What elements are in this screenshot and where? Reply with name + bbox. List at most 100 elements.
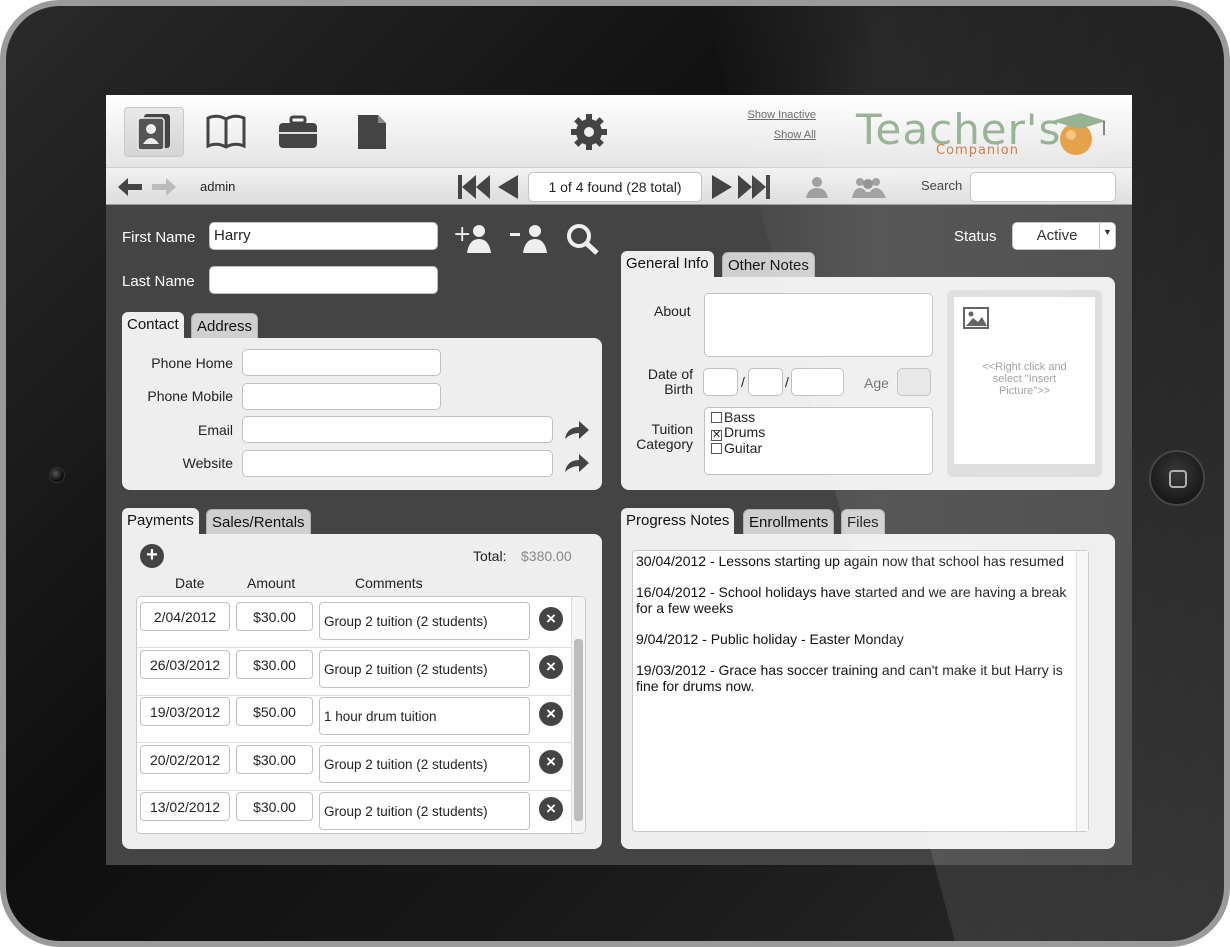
payment-amount-field[interactable]: $50.00	[236, 697, 313, 726]
checkbox-icon[interactable]: ✕	[711, 430, 722, 441]
payment-date-field[interactable]: 13/02/2012	[140, 792, 230, 821]
dob-label: Date of Birth	[647, 366, 693, 397]
scrollbar-thumb[interactable]	[574, 639, 583, 821]
payments-scrollbar[interactable]	[571, 597, 585, 833]
previous-record-icon[interactable]	[498, 175, 520, 199]
about-label: About	[654, 303, 691, 319]
dropdown-arrow-icon[interactable]: ▼	[1099, 223, 1115, 249]
tab-payments[interactable]: Payments	[122, 508, 199, 534]
tab-sales-rentals[interactable]: Sales/Rentals	[206, 509, 311, 535]
payments-panel: + Total: $380.00 Date Amount Comments 2/…	[122, 534, 602, 849]
open-website-icon[interactable]	[563, 452, 589, 474]
payment-row[interactable]: 2/04/2012 $30.00 Group 2 tuition (2 studen…	[137, 601, 573, 648]
checkbox-icon[interactable]	[711, 412, 722, 423]
dob-year-field[interactable]	[791, 368, 844, 396]
payment-date-field[interactable]: 2/04/2012	[140, 602, 230, 631]
delete-payment-icon[interactable]: ×	[539, 797, 563, 821]
book-icon[interactable]	[196, 107, 256, 157]
tab-enrollments[interactable]: Enrollments	[743, 509, 835, 535]
delete-payment-icon[interactable]: ×	[539, 607, 563, 631]
first-name-field[interactable]: Harry	[209, 222, 438, 250]
payment-row[interactable]: 20/02/2012 $30.00 Group 2 tuition (2 stude…	[137, 744, 573, 791]
payment-date-field[interactable]: 19/03/2012	[140, 697, 230, 726]
phone-home-field[interactable]	[242, 349, 441, 376]
record-count: 1 of 4 found (28 total)	[528, 172, 702, 202]
tab-other-notes[interactable]: Other Notes	[722, 252, 815, 278]
current-user: admin	[200, 179, 236, 194]
add-student-icon[interactable]: +	[453, 223, 493, 253]
payment-date-field[interactable]: 20/02/2012	[140, 744, 230, 774]
progress-notes-field[interactable]: 30/04/2012 - Lessons starting up again n…	[632, 550, 1089, 832]
payment-row[interactable]: 26/03/2012 $30.00 Group 2 tuition (2 stude…	[137, 649, 573, 696]
progress-note: 19/03/2012 - Grace has soccer training a…	[636, 662, 1063, 694]
search-student-icon[interactable]	[566, 223, 600, 255]
single-user-icon[interactable]	[802, 176, 832, 198]
contact-panel: Phone Home Phone Mobile Email Website	[122, 338, 602, 490]
next-record-icon[interactable]	[710, 175, 732, 199]
remove-student-icon[interactable]	[509, 223, 549, 253]
email-field[interactable]	[242, 416, 553, 443]
tab-address[interactable]: Address	[191, 313, 259, 339]
payment-comment-field[interactable]: 1 hour drum tuition	[319, 697, 530, 735]
filter-links: Show Inactive Show All	[726, 109, 816, 149]
tab-contact[interactable]: Contact	[122, 312, 184, 338]
gear-icon[interactable]	[559, 107, 619, 157]
payment-amount-field[interactable]: $30.00	[236, 602, 313, 631]
dob-day-field[interactable]	[703, 368, 738, 396]
home-button[interactable]	[1149, 450, 1205, 506]
document-icon[interactable]	[342, 107, 402, 157]
add-payment-button[interactable]: +	[140, 544, 164, 568]
contacts-icon[interactable]	[124, 107, 184, 157]
checkbox-icon[interactable]	[711, 443, 722, 454]
status-select[interactable]: Active ▼	[1012, 222, 1116, 250]
tab-general-info[interactable]: General Info	[621, 251, 714, 277]
dob-month-field[interactable]	[748, 368, 783, 396]
total-label: Total:	[473, 548, 507, 564]
search-input[interactable]	[970, 172, 1116, 202]
forward-arrow-icon[interactable]	[152, 178, 176, 196]
category-option-drums[interactable]: ✕ Drums	[711, 425, 926, 441]
payments-list[interactable]: 2/04/2012 $30.00 Group 2 tuition (2 studen…	[136, 596, 586, 834]
delete-payment-icon[interactable]: ×	[539, 749, 563, 774]
website-field[interactable]	[242, 450, 553, 477]
payment-comment-field[interactable]: Group 2 tuition (2 students)	[319, 792, 530, 830]
main-toolbar: Show Inactive Show All Teacher's Compani…	[106, 95, 1132, 167]
image-placeholder-icon	[963, 307, 989, 329]
delete-payment-icon[interactable]: ×	[539, 654, 563, 679]
navigation-bar: admin 1 of 4 found (28 total) Search	[106, 167, 1132, 205]
category-option-bass[interactable]: Bass	[711, 410, 926, 425]
category-option-guitar[interactable]: Guitar	[711, 441, 926, 456]
briefcase-icon[interactable]	[268, 107, 328, 157]
notes-scrollbar[interactable]	[1076, 551, 1088, 831]
last-name-field[interactable]	[209, 266, 438, 294]
payment-amount-field[interactable]: $30.00	[236, 744, 313, 774]
send-email-icon[interactable]	[563, 419, 589, 441]
status-value: Active	[1036, 227, 1078, 244]
back-arrow-icon[interactable]	[118, 178, 142, 196]
phone-mobile-field[interactable]	[242, 383, 441, 410]
picture-container[interactable]: <<Right click and select "Insert Picture…	[947, 290, 1102, 477]
payment-comment-field[interactable]: Group 2 tuition (2 students)	[319, 602, 530, 640]
tuition-category-list: Bass ✕ Drums Guitar	[704, 407, 933, 475]
delete-payment-icon[interactable]: ×	[539, 702, 563, 726]
tab-files[interactable]: Files	[841, 509, 885, 535]
payment-amount-field[interactable]: $30.00	[236, 649, 313, 679]
payment-row[interactable]: 19/03/2012 $50.00 1 hour drum tuition ×	[137, 696, 573, 743]
progress-note: 9/04/2012 - Public holiday - Easter Mond…	[636, 631, 904, 647]
payment-comment-field[interactable]: Group 2 tuition (2 students)	[319, 649, 530, 688]
tablet-frame: Show Inactive Show All Teacher's Compani…	[0, 0, 1230, 947]
group-users-icon[interactable]	[850, 176, 888, 198]
last-record-icon[interactable]	[738, 175, 770, 199]
payment-amount-field[interactable]: $30.00	[236, 792, 313, 821]
svg-text:+: +	[453, 223, 471, 247]
tab-progress-notes[interactable]: Progress Notes	[621, 508, 735, 534]
show-all-link[interactable]: Show All	[726, 129, 816, 141]
show-inactive-link[interactable]: Show Inactive	[726, 109, 816, 121]
first-record-icon[interactable]	[458, 175, 490, 199]
payment-row[interactable]: 13/02/2012 $30.00 Group 2 tuition (2 stude…	[137, 791, 573, 833]
payment-date-field[interactable]: 26/03/2012	[140, 649, 230, 679]
graduation-cap-icon	[1052, 113, 1106, 155]
payment-comment-field[interactable]: Group 2 tuition (2 students)	[319, 744, 530, 783]
status-label: Status	[954, 228, 997, 245]
about-field[interactable]	[704, 293, 933, 357]
